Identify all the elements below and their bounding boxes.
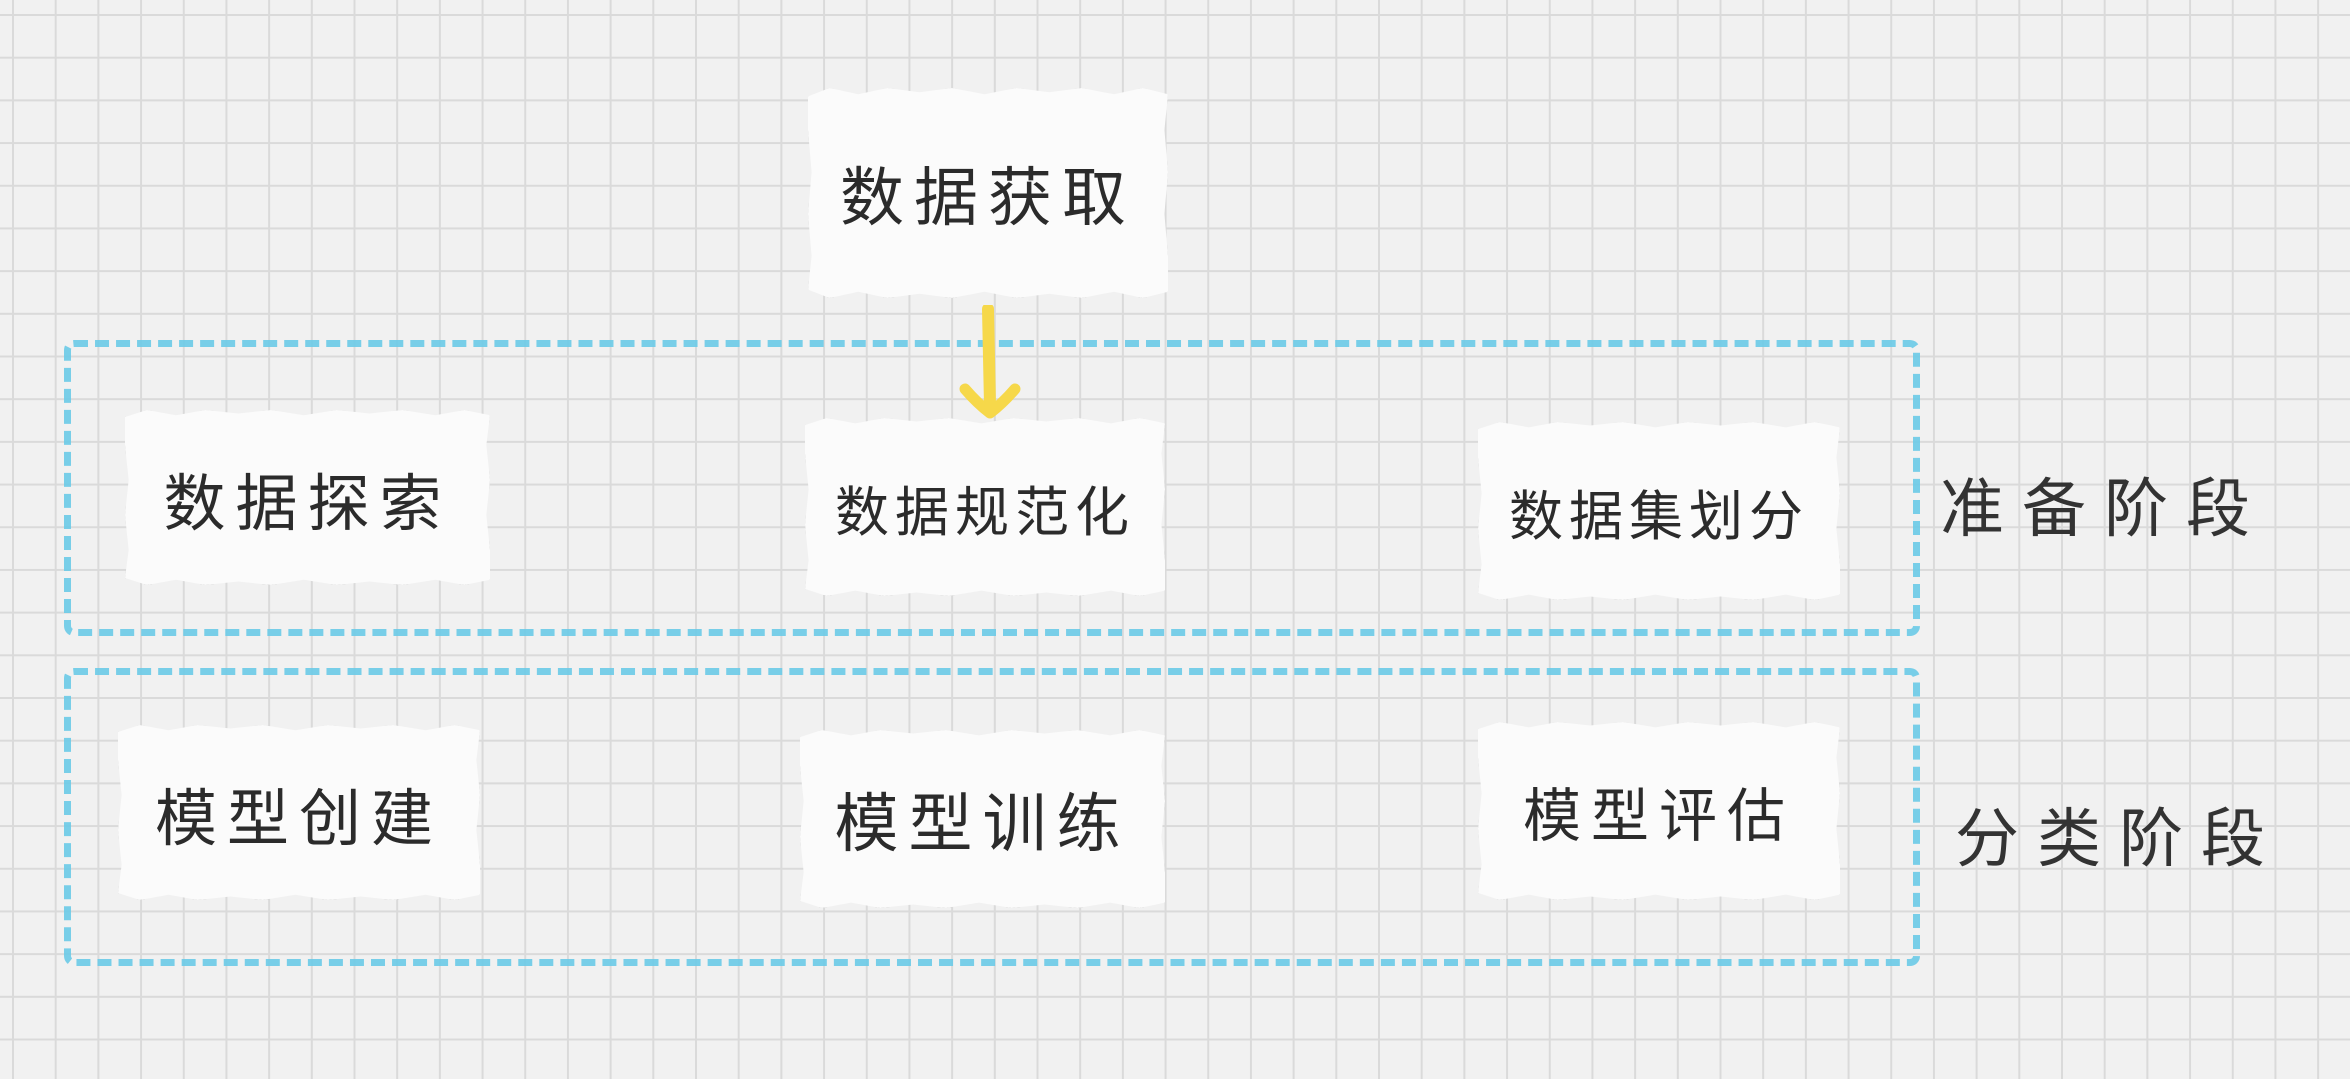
node-label: 模型评估 [1522,782,1795,850]
node-label: 模型创建 [154,781,443,855]
down-arrow-icon [959,305,1021,419]
node-label: 数据集划分 [1509,484,1809,548]
node-label: 数据获取 [840,162,1136,236]
node-data-normalization: 数据规范化 [805,418,1165,596]
node-model-evaluation: 模型评估 [1478,722,1840,900]
preparation-stage-label: 准备阶段 [1940,473,2268,547]
node-model-training: 模型训练 [800,730,1165,908]
node-label: 数据规范化 [835,480,1135,544]
node-label: 模型训练 [834,788,1131,862]
classification-stage-label: 分类阶段 [1955,803,2283,877]
node-label: 数据探索 [163,466,452,540]
node-data-exploration: 数据探索 [125,410,490,585]
node-data-acquisition: 数据获取 [808,88,1168,298]
node-dataset-split: 数据集划分 [1478,422,1840,600]
node-model-creation: 模型创建 [118,725,480,900]
